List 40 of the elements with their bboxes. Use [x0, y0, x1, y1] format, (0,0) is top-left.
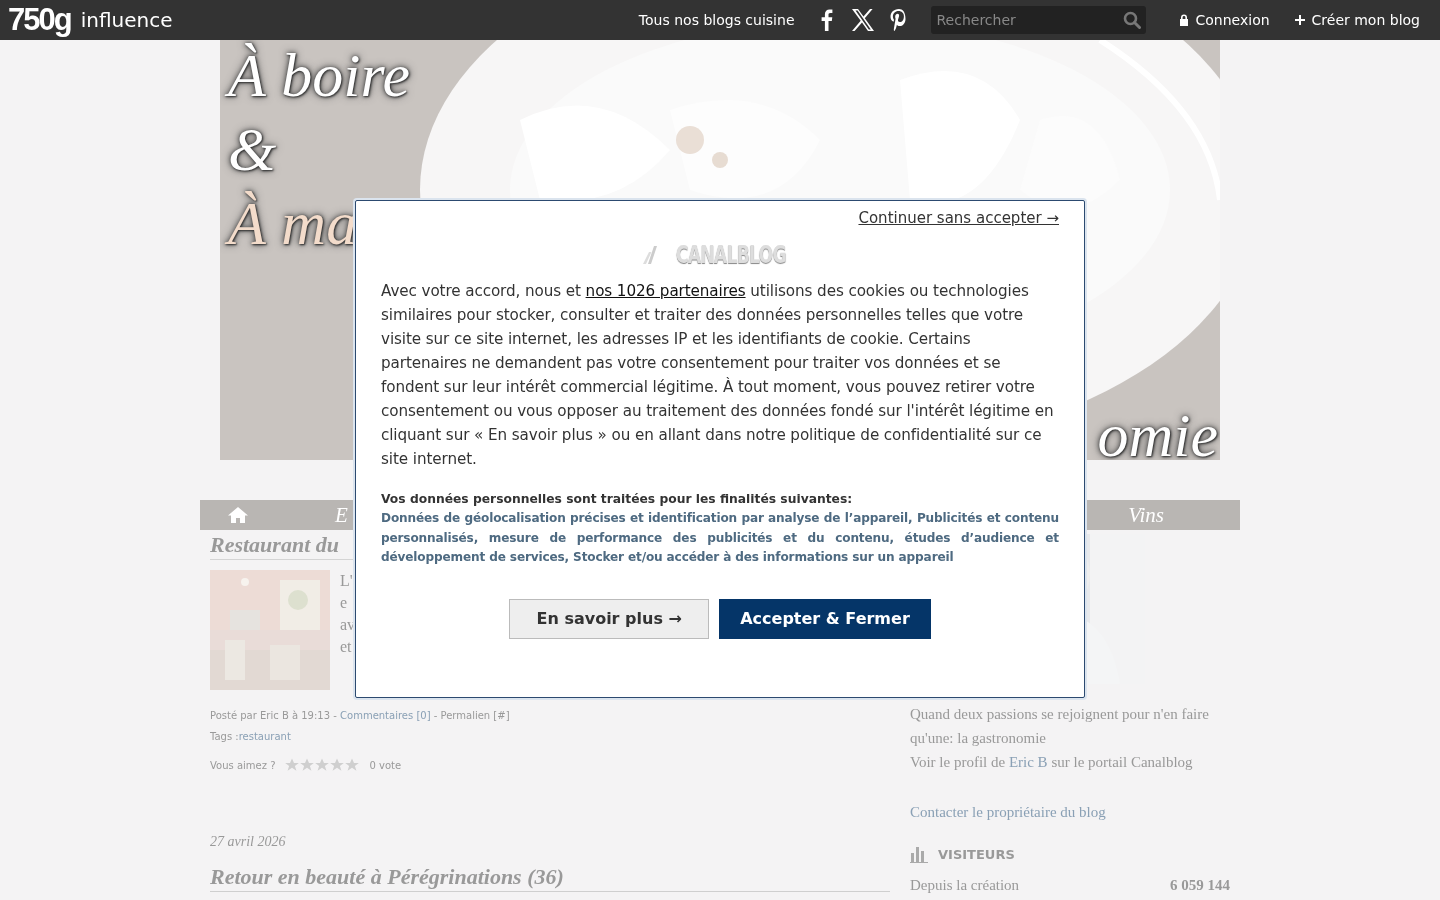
blog-title: & — [228, 118, 277, 180]
logo-suffix: influence — [80, 8, 173, 32]
star-icon[interactable] — [315, 758, 330, 772]
learn-more-button[interactable]: En savoir plus → — [509, 598, 710, 639]
post-excerpt: e — [340, 593, 349, 613]
tags-label: Tags : — [210, 731, 239, 742]
partners-link[interactable]: nos 1026 partenaires — [585, 282, 746, 300]
blogs-link[interactable]: Tous nos blogs cuisine — [638, 12, 795, 28]
home-icon[interactable] — [228, 506, 248, 524]
post-excerpt: et — [340, 637, 353, 657]
purposes-title: Vos données personnelles sont traitées pour les finalités suivantes: — [381, 492, 854, 506]
vote-count: 0 vote — [369, 759, 402, 771]
rating-label: Vous aimez ? — [210, 759, 276, 771]
stat-label: Depuis la création — [910, 877, 1020, 894]
post-date: 27 avril 2026 — [210, 834, 287, 850]
bar-chart-icon — [910, 845, 928, 863]
post-meta: Posté par Eric B à 19:13 - Commentaires [0] - Permalien [#] — [210, 710, 511, 721]
skip-link[interactable]: Continuer sans accepter → — [858, 209, 1059, 227]
star-icon[interactable] — [345, 758, 360, 772]
search-icon[interactable] — [1122, 11, 1141, 29]
plus-icon — [1293, 14, 1306, 26]
star-rating[interactable] — [285, 758, 360, 772]
stat-value: 6 059 144 — [1170, 877, 1230, 894]
x-icon[interactable] — [850, 9, 875, 31]
consent-text: Avec votre accord, nous et nos 1026 partenaires utilisons des cookies ou technologies similaires pour stocker, consulter et traiter des données personnelles telles que votre visite sur ce site internet, les adresses IP et les identifiants de cookie. Certains partenaires ne demandent pas votre consentement pour traiter vos données et se fondent sur leur intérêt commercial légitime. À tout moment, vous pouvez retirer votre consentement ou vous opposer au traitement des données fondé sur l'intérêt légitime en cliquant sur « En savoir plus » ou en allant dans notre politique de confidentialité sur ce site internet. — [381, 281, 1055, 470]
star-icon[interactable] — [285, 758, 300, 772]
account-link[interactable]: Connexion — [1177, 12, 1270, 28]
lock-icon — [1177, 14, 1190, 26]
section-title: VISITEURS — [938, 846, 1015, 862]
star-icon[interactable] — [330, 758, 345, 772]
site-logo[interactable]: 750g — [8, 2, 71, 38]
purposes-text: Données de géolocalisation précises et identification par analyse de l’appareil, Publicités et contenu personnalisés, mesure de performance des publicités et du contenu, études d’audience et développement de services, Stocker et/ou accéder à des informations sur un appareil — [381, 510, 1059, 566]
canalblog-logo: CANALBLOG — [381, 241, 1059, 269]
accept-button[interactable]: Accepter & Fermer — [719, 598, 931, 639]
blog-title: omie — [1097, 404, 1218, 460]
star-icon[interactable] — [300, 758, 315, 772]
post-excerpt: L' — [340, 571, 354, 591]
search-field[interactable]: Rechercher — [930, 6, 1146, 34]
profile-text: Voir le profil de Eric B sur le portail Canalblog — [910, 753, 1194, 772]
account-link[interactable]: Créer mon blog — [1293, 12, 1420, 28]
